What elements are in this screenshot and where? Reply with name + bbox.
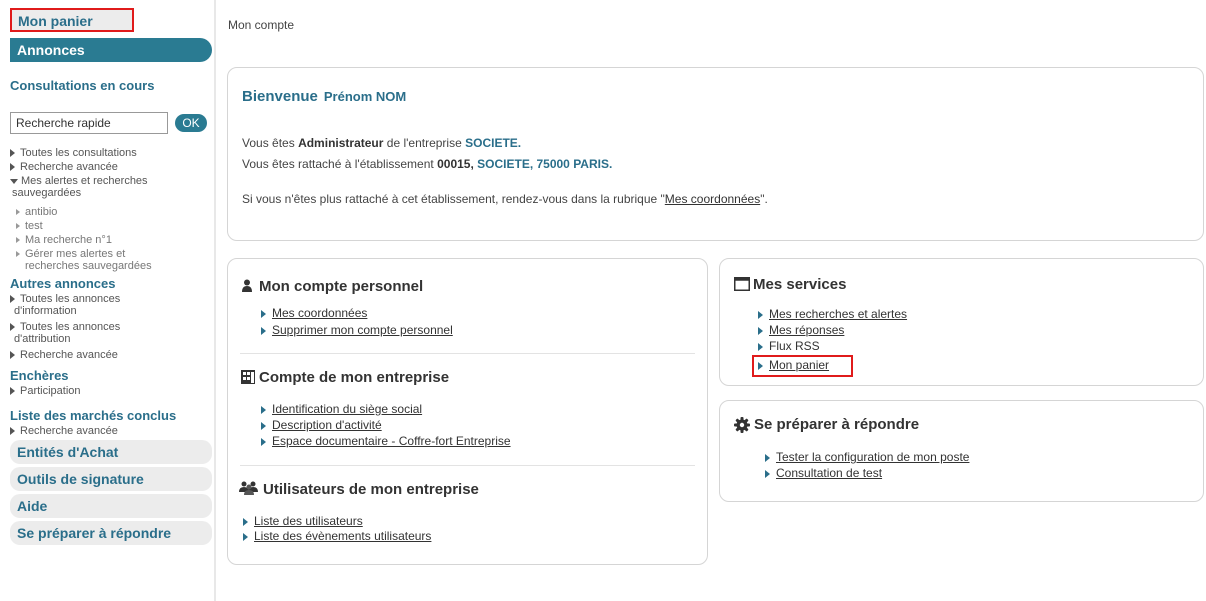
rss-link[interactable]: Flux RSS: [758, 339, 820, 353]
triangle-bullet-icon: [261, 309, 266, 318]
triangle-bullet-icon: [10, 387, 15, 396]
marches-conclus-title[interactable]: Liste des marchés conclus: [10, 408, 176, 423]
window-icon: [734, 277, 750, 291]
nav-se-preparer[interactable]: Se préparer à répondre: [10, 521, 212, 545]
sidebar-item-attribution-annonces-line2[interactable]: d'attribution: [14, 334, 71, 345]
sidebar-item-info-annonces-line2[interactable]: d'information: [14, 306, 77, 317]
triangle-bullet-icon: [261, 437, 266, 446]
welcome-title: Bienvenue Prénom NOM: [242, 88, 407, 105]
mes-coordonnees-link[interactable]: Mes coordonnées: [665, 192, 760, 206]
consultations-title[interactable]: Consultations en cours: [10, 78, 154, 93]
triangle-bullet-icon: [758, 310, 763, 319]
triangle-bullet-icon: [261, 421, 266, 430]
sidebar-item-alerts-line2[interactable]: sauvegardées: [12, 188, 81, 199]
triangle-bullet-icon: [758, 361, 763, 370]
preparer-title: Se préparer à répondre: [754, 416, 920, 433]
sidebar-item-info-annonces[interactable]: Toutes les annonces: [10, 294, 120, 305]
triangle-bullet-icon: [758, 326, 763, 335]
preparer-link[interactable]: Consultation de test: [765, 466, 882, 480]
triangle-bullet-icon: [243, 532, 248, 541]
triangle-bullet-icon: [10, 427, 15, 436]
utilisateurs-link[interactable]: Liste des utilisateurs: [243, 514, 363, 528]
welcome-panel: Bienvenue Prénom NOM Vous êtes Administra…: [227, 67, 1204, 241]
services-link[interactable]: Mes réponses: [758, 323, 844, 337]
triangle-bullet-icon: [261, 326, 266, 335]
sidebar-item-alerts[interactable]: Mes alertes et recherches: [10, 176, 148, 187]
user-name: Prénom NOM: [323, 89, 407, 104]
triangle-bullet-icon: [765, 469, 770, 478]
role-line: Vous êtes Administrateur de l'entreprise…: [242, 136, 522, 150]
compte-entreprise-title: Compte de mon entreprise: [259, 369, 450, 386]
triangle-bullet-icon: [243, 517, 248, 526]
autres-annonces-title[interactable]: Autres annonces: [10, 276, 115, 291]
triangle-bullet-icon: [16, 251, 20, 258]
compte-personnel-link[interactable]: Mes coordonnées: [261, 306, 367, 320]
triangle-bullet-icon: [10, 149, 15, 158]
triangle-down-icon: [10, 178, 18, 184]
triangle-bullet-icon: [16, 209, 20, 216]
nav-mon-panier[interactable]: Mon panier: [10, 8, 134, 32]
services-panel: Mes services Mes recherches et alertes M…: [719, 258, 1204, 386]
saved-search-item[interactable]: Ma recherche n°1: [16, 235, 112, 246]
triangle-bullet-icon: [758, 342, 763, 351]
encheres-title[interactable]: Enchères: [10, 368, 69, 383]
compte-entreprise-link[interactable]: Identification du siège social: [261, 402, 422, 416]
nav-annonces[interactable]: Annonces: [10, 38, 212, 62]
triangle-bullet-icon: [16, 223, 20, 230]
account-panel: Mon compte personnel Mes coordonnées Sup…: [227, 258, 708, 565]
nav-aide[interactable]: Aide: [10, 494, 212, 518]
services-link[interactable]: Mes recherches et alertes: [758, 307, 907, 321]
breadcrumb: Mon compte: [228, 18, 295, 32]
triangle-bullet-icon: [261, 405, 266, 414]
saved-search-item[interactable]: antibio: [16, 207, 57, 218]
triangle-bullet-icon: [10, 163, 15, 172]
manage-alerts-link-line2[interactable]: recherches sauvegardées: [25, 261, 152, 272]
sidebar-separator: [214, 0, 216, 601]
sidebar-item-all-consultations[interactable]: Toutes les consultations: [10, 148, 137, 159]
sidebar-item-autres-advanced-search[interactable]: Recherche avancée: [10, 350, 118, 361]
building-icon: [241, 370, 255, 384]
gear-icon: [734, 417, 750, 433]
sidebar-item-attribution-annonces[interactable]: Toutes les annonces: [10, 322, 120, 333]
users-icon: [239, 481, 258, 495]
sidebar-item-marches-search[interactable]: Recherche avancée: [10, 426, 118, 437]
saved-search-item[interactable]: test: [16, 221, 43, 232]
person-icon: [242, 279, 252, 292]
sidebar-item-participation[interactable]: Participation: [10, 386, 81, 397]
divider: [240, 353, 695, 354]
utilisateurs-title: Utilisateurs de mon entreprise: [263, 481, 479, 498]
compte-personnel-link[interactable]: Supprimer mon compte personnel: [261, 323, 453, 337]
triangle-bullet-icon: [10, 295, 15, 304]
compte-personnel-title: Mon compte personnel: [259, 278, 424, 295]
nav-entites-achat[interactable]: Entités d'Achat: [10, 440, 212, 464]
compte-entreprise-link[interactable]: Espace documentaire - Coffre-fort Entrep…: [261, 434, 511, 448]
compte-entreprise-link[interactable]: Description d'activité: [261, 418, 382, 432]
utilisateurs-link[interactable]: Liste des évènements utilisateurs: [243, 529, 431, 543]
coordinates-info-line: Si vous n'êtes plus rattaché à cet établ…: [242, 192, 768, 206]
preparer-panel: Se préparer à répondre Tester la configu…: [719, 400, 1204, 502]
quick-search-input[interactable]: [10, 112, 168, 134]
sidebar-item-advanced-search[interactable]: Recherche avancée: [10, 162, 118, 173]
establishment-line: Vous êtes rattaché à l'établissement 000…: [242, 157, 613, 171]
mon-panier-link[interactable]: Mon panier: [758, 358, 829, 372]
manage-alerts-link[interactable]: Gérer mes alertes et: [16, 249, 125, 260]
triangle-bullet-icon: [10, 323, 15, 332]
nav-outils-signature[interactable]: Outils de signature: [10, 467, 212, 491]
triangle-bullet-icon: [16, 237, 20, 244]
triangle-bullet-icon: [765, 453, 770, 462]
divider: [240, 465, 695, 466]
services-title: Mes services: [753, 276, 847, 293]
search-ok-button[interactable]: OK: [175, 114, 207, 132]
preparer-link[interactable]: Tester la configuration de mon poste: [765, 450, 969, 464]
triangle-bullet-icon: [10, 351, 15, 360]
